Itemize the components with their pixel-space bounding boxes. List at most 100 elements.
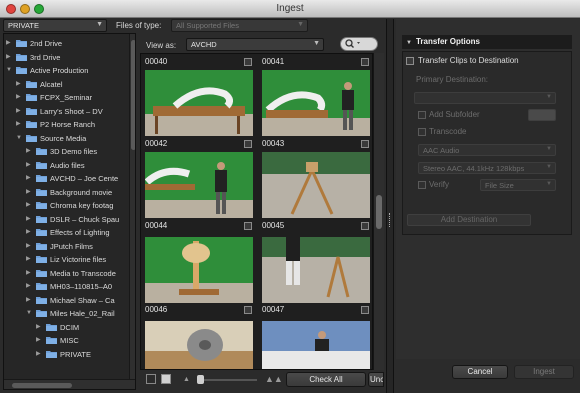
disclosure-collapsed-icon[interactable]: ▶ [6,39,14,47]
thumbnail-view-icon[interactable] [161,374,171,384]
disclosure-collapsed-icon[interactable]: ▶ [16,80,24,88]
subfolder-name-field[interactable] [528,109,556,121]
folder-tree[interactable]: ▶ 2nd Drive ▶ 3rd Drive ▼ Active Production ▶ A… [3,33,136,390]
disclosure-collapsed-icon[interactable]: ▶ [26,215,34,223]
folder-icon [36,201,47,209]
tree-item[interactable]: ▶ Audio files [4,159,128,172]
tree-item[interactable]: ▶ Media to Transcode [4,267,128,280]
disclosure-collapsed-icon[interactable]: ▶ [26,282,34,290]
panel-splitter[interactable] [386,19,394,393]
list-view-icon[interactable] [146,374,156,384]
disclosure-collapsed-icon[interactable]: ▶ [26,201,34,209]
search-button[interactable] [340,37,378,51]
add-subfolder-checkbox[interactable] [418,111,426,119]
zoom-slider-knob[interactable] [197,375,204,384]
disclosure-collapsed-icon[interactable]: ▶ [26,188,34,196]
disclosure-collapsed-icon[interactable]: ▶ [36,350,44,358]
tree-item[interactable]: ▶ JPutch Films [4,240,128,253]
files-of-type-select[interactable]: All Supported Files ▼ [171,19,308,32]
check-all-button[interactable]: Check All [286,372,366,387]
tree-item[interactable]: ▼ Miles Hale_02_Rail [4,307,128,320]
tree-item[interactable]: ▶ DSLR – Chuck Spau [4,213,128,226]
clip-checkbox[interactable] [244,222,252,230]
tree-item[interactable]: ▼ Active Production [4,64,128,77]
clip-checkbox[interactable] [361,306,369,314]
disclosure-collapsed-icon[interactable]: ▶ [36,323,44,331]
tree-item[interactable]: ▶ DCIM [4,321,128,334]
clip-checkbox[interactable] [361,58,369,66]
tree-item[interactable]: ▶ Liz Victorine files [4,253,128,266]
disclosure-collapsed-icon[interactable]: ▶ [26,296,34,304]
disclosure-collapsed-icon[interactable]: ▶ [16,107,24,115]
tree-item[interactable]: ▶ 3rd Drive [4,51,128,64]
clip-thumbnail[interactable] [145,152,253,218]
disclosure-expanded-icon[interactable]: ▼ [26,309,34,317]
zoom-slider-track[interactable] [197,379,257,381]
disclosure-collapsed-icon[interactable]: ▶ [26,242,34,250]
clip-checkbox[interactable] [244,140,252,148]
scroll-thumb[interactable] [376,195,382,229]
clip-thumbnail[interactable] [262,70,370,136]
add-subfolder-label: Add Subfolder [429,110,480,119]
tree-item-label: 3rd Drive [30,52,61,62]
clip-checkbox[interactable] [361,222,369,230]
tree-item[interactable]: ▶ MH03–110815–A0 [4,280,128,293]
audio-preset-select[interactable]: Stereo AAC, 44.1kHz 128kbps ▼ [418,162,556,174]
clip-grid[interactable]: 00040 00041 00042 00043 00044 00045 0004… [140,53,373,370]
tree-item[interactable]: ▶ PRIVATE [4,348,128,361]
add-destination-button[interactable]: Add Destination [407,214,531,226]
disclosure-collapsed-icon[interactable]: ▶ [6,53,14,61]
tree-item[interactable]: ▶ MISC [4,334,128,347]
tree-horizontal-scrollbar[interactable] [4,379,135,389]
tree-item[interactable]: ▼ Source Media [4,132,128,145]
disclosure-collapsed-icon[interactable]: ▶ [26,228,34,236]
tree-item[interactable]: ▶ Larry's Shoot – DV [4,105,128,118]
transfer-options-header[interactable]: ▼ Transfer Options [402,35,572,49]
clip-thumbnail[interactable] [262,152,370,218]
primary-destination-select[interactable]: ▼ [414,92,556,104]
tree-item[interactable]: ▶ P2 Horse Ranch [4,118,128,131]
uncheck-all-button[interactable]: Uncheck All [368,372,384,387]
scroll-thumb[interactable] [12,383,72,388]
scroll-thumb[interactable] [131,40,135,150]
clip-checkbox[interactable] [361,140,369,148]
tree-item[interactable]: ▶ Alcatel [4,78,128,91]
disclosure-collapsed-icon[interactable]: ▶ [26,269,34,277]
transcode-checkbox[interactable] [418,128,426,136]
view-as-select[interactable]: AVCHD ▼ [186,38,324,51]
ingest-button[interactable]: Ingest [514,365,574,379]
tree-item[interactable]: ▶ Background movie [4,186,128,199]
tree-item[interactable]: ▶ AVCHD – Joe Cente [4,172,128,185]
disclosure-collapsed-icon[interactable]: ▶ [16,93,24,101]
verify-checkbox[interactable] [418,181,426,189]
disclosure-collapsed-icon[interactable]: ▶ [26,161,34,169]
tree-item[interactable]: ▶ Chroma key footag [4,199,128,212]
disclosure-expanded-icon[interactable]: ▼ [6,66,14,74]
disclosure-collapsed-icon[interactable]: ▶ [16,120,24,128]
tree-item[interactable]: ▶ Effects of Lighting [4,226,128,239]
transfer-clips-checkbox[interactable] [406,57,414,65]
verify-method-select[interactable]: File Size ▼ [480,179,556,191]
audio-preset-value: Stereo AAC, 44.1kHz 128kbps [423,164,525,173]
clip-thumbnail[interactable] [145,237,253,303]
clip-thumbnail[interactable] [145,70,253,136]
clip-checkbox[interactable] [244,306,252,314]
audio-format-select[interactable]: AAC Audio ▼ [418,144,556,156]
clip-checkbox[interactable] [244,58,252,66]
clip-thumbnail[interactable] [262,237,370,303]
disclosure-collapsed-icon[interactable]: ▶ [26,255,34,263]
tree-item[interactable]: ▶ 3D Demo files [4,145,128,158]
device-select[interactable]: PRIVATE ▼ [3,19,107,32]
disclosure-collapsed-icon[interactable]: ▶ [26,147,34,155]
grid-vertical-scrollbar[interactable] [373,53,384,370]
tree-vertical-scrollbar[interactable] [129,34,135,379]
cancel-button[interactable]: Cancel [452,365,508,379]
disclosure-collapsed-icon[interactable]: ▶ [36,336,44,344]
tree-item[interactable]: ▶ Michael Shaw – Ca [4,294,128,307]
disclosure-expanded-icon[interactable]: ▼ [16,134,24,142]
disclosure-collapsed-icon[interactable]: ▶ [26,174,34,182]
tree-item[interactable]: ▶ 2nd Drive [4,37,128,50]
clip-thumbnail[interactable] [262,321,370,369]
clip-thumbnail[interactable] [145,321,253,369]
tree-item[interactable]: ▶ FCPX_Seminar [4,91,128,104]
